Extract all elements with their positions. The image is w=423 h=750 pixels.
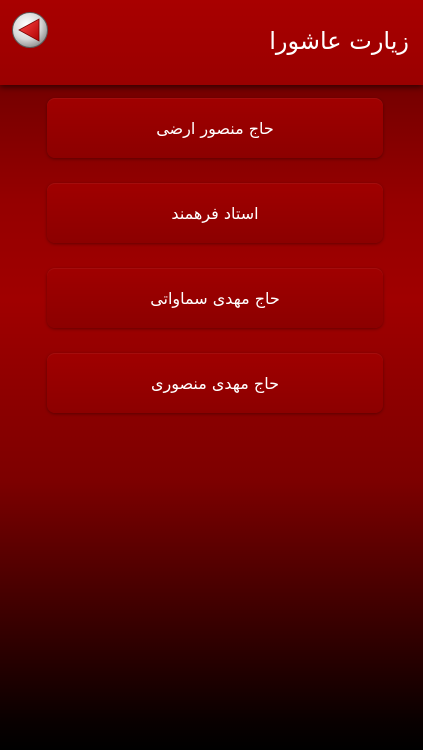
page-title: زیارت عاشورا	[269, 27, 409, 55]
app-header: زیارت عاشورا	[0, 0, 423, 85]
back-arrow-icon	[12, 12, 48, 48]
reciter-list: حاج منصور ارضی استاد فرهمند حاج مهدی سما…	[47, 98, 383, 438]
menu-item-mahdi-mansouri[interactable]: حاج مهدی منصوری	[47, 353, 383, 413]
menu-item-label: حاج مهدی سماواتی	[150, 288, 280, 308]
menu-item-label: استاد فرهمند	[171, 203, 259, 223]
back-button[interactable]	[11, 11, 49, 49]
menu-item-label: حاج مهدی منصوری	[151, 373, 279, 393]
menu-item-farahmand[interactable]: استاد فرهمند	[47, 183, 383, 243]
menu-item-mansour-arzi[interactable]: حاج منصور ارضی	[47, 98, 383, 158]
menu-item-mahdi-samavati[interactable]: حاج مهدی سماواتی	[47, 268, 383, 328]
menu-item-label: حاج منصور ارضی	[156, 118, 274, 138]
